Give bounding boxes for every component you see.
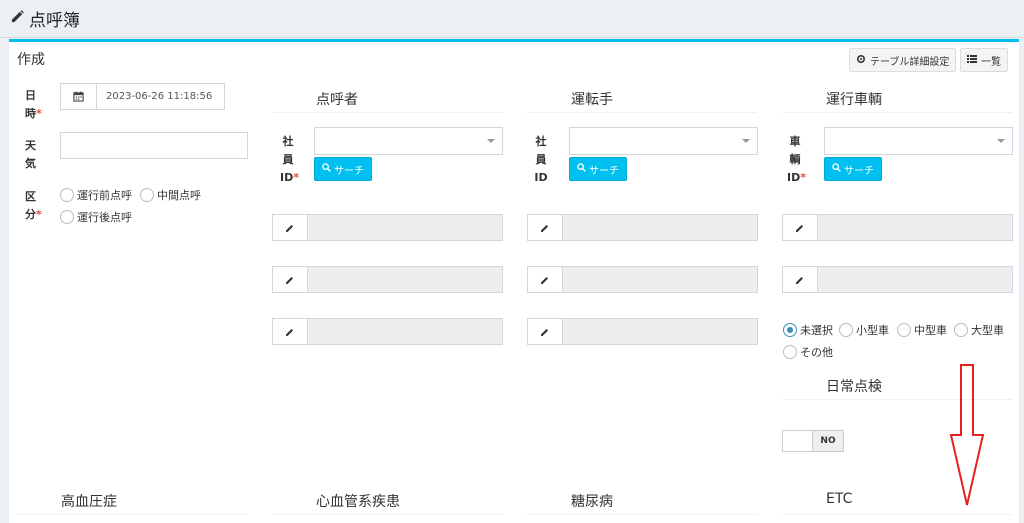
search-icon <box>832 163 841 175</box>
kubun-option-after[interactable]: 運行後点呼 <box>60 209 132 225</box>
pencil-icon[interactable] <box>272 318 308 345</box>
radio-icon[interactable] <box>60 210 74 224</box>
search-icon <box>322 163 331 175</box>
chevron-down-icon <box>487 139 495 143</box>
readonly-input <box>818 266 1013 293</box>
driver-field-3 <box>527 318 758 345</box>
vehicle-field-2 <box>782 266 1013 293</box>
pencil-icon[interactable] <box>272 214 308 241</box>
tenkosha-id-label: 社 員 ID* <box>280 135 299 184</box>
box-header: 作成 テーブル詳細設定 一覧 <box>9 42 1019 74</box>
pencil-icon[interactable] <box>527 318 563 345</box>
radio-icon[interactable] <box>140 188 154 202</box>
driver-field-1 <box>527 214 758 241</box>
vehicle-search-button[interactable]: サーチ <box>824 157 882 181</box>
vehicle-id-label: 車 輌 ID* <box>787 135 806 184</box>
box-title: 作成 <box>17 52 45 68</box>
page-header: 点呼簿 <box>0 0 1024 38</box>
datetime-label: 日 時* <box>25 89 42 120</box>
radio-icon[interactable] <box>897 323 911 337</box>
pencil-icon[interactable] <box>782 266 818 293</box>
vehicle-field-1 <box>782 214 1013 241</box>
datetime-field[interactable]: 2023-06-26 11:18:56 <box>60 83 225 110</box>
chevron-down-icon <box>997 139 1005 143</box>
toggle-knob[interactable] <box>783 431 814 451</box>
readonly-input <box>563 214 758 241</box>
chevron-down-icon <box>742 139 750 143</box>
tenkosha-field-1 <box>272 214 503 241</box>
section-tenkosha: 点呼者 <box>316 92 358 108</box>
weather-label: 天 気 <box>25 139 36 170</box>
kubun-label: 区 分* <box>25 190 42 221</box>
vehicle-type-large[interactable]: 大型車 <box>954 322 1004 338</box>
calendar-icon[interactable] <box>61 84 97 109</box>
datetime-input[interactable]: 2023-06-26 11:18:56 <box>97 84 212 109</box>
readonly-input <box>308 318 503 345</box>
page-title-text: 点呼簿 <box>29 11 80 31</box>
driver-id-label: 社 員 ID <box>534 135 548 184</box>
list-icon <box>967 54 977 67</box>
section-hypertension: 高血圧症 <box>61 494 117 510</box>
driver-field-2 <box>527 266 758 293</box>
readonly-input <box>563 266 758 293</box>
tenkosha-search-button[interactable]: サーチ <box>314 157 372 181</box>
search-icon <box>577 163 586 175</box>
driver-select[interactable] <box>569 127 758 155</box>
divider <box>782 112 1012 113</box>
daily-check-toggle[interactable]: NO <box>782 430 844 452</box>
divider <box>17 514 247 515</box>
pencil-icon <box>10 9 25 29</box>
table-settings-button[interactable]: テーブル詳細設定 <box>849 48 957 72</box>
readonly-input <box>818 214 1013 241</box>
radio-icon[interactable] <box>783 345 797 359</box>
section-diabetes: 糖尿病 <box>571 494 613 510</box>
section-daily-check: 日常点検 <box>826 379 882 395</box>
tenkosha-field-3 <box>272 318 503 345</box>
tenkosha-field-2 <box>272 266 503 293</box>
vehicle-type-other[interactable]: その他 <box>783 344 833 360</box>
pencil-icon[interactable] <box>527 266 563 293</box>
divider <box>527 514 757 515</box>
list-button[interactable]: 一覧 <box>960 48 1008 72</box>
divider <box>272 112 502 113</box>
list-label: 一覧 <box>981 56 1001 68</box>
readonly-input <box>563 318 758 345</box>
radio-icon[interactable] <box>60 188 74 202</box>
radio-icon[interactable] <box>839 323 853 337</box>
arrow-down-icon <box>949 364 985 506</box>
radio-icon[interactable] <box>783 323 797 337</box>
gear-icon <box>856 54 866 67</box>
readonly-input <box>308 214 503 241</box>
divider <box>782 514 1012 515</box>
divider <box>527 112 757 113</box>
section-driver: 運転手 <box>571 92 613 108</box>
toggle-state: NO <box>813 431 843 451</box>
vehicle-select[interactable] <box>824 127 1013 155</box>
pencil-icon[interactable] <box>527 214 563 241</box>
tenkosha-select[interactable] <box>314 127 503 155</box>
weather-input[interactable] <box>60 132 248 159</box>
pencil-icon[interactable] <box>782 214 818 241</box>
kubun-option-before[interactable]: 運行前点呼 <box>60 187 132 203</box>
vehicle-type-medium[interactable]: 中型車 <box>897 322 947 338</box>
driver-search-button[interactable]: サーチ <box>569 157 627 181</box>
table-settings-label: テーブル詳細設定 <box>870 56 950 68</box>
readonly-input <box>308 266 503 293</box>
divider <box>272 514 502 515</box>
kubun-option-middle[interactable]: 中間点呼 <box>140 187 201 203</box>
vehicle-type-unselected[interactable]: 未選択 <box>783 322 833 338</box>
page-title: 点呼簿 <box>10 6 80 31</box>
section-vehicle: 運行車輌 <box>826 92 882 108</box>
vehicle-type-small[interactable]: 小型車 <box>839 322 889 338</box>
section-cardio: 心血管系疾患 <box>316 494 400 510</box>
radio-icon[interactable] <box>954 323 968 337</box>
section-etc: ETC <box>826 491 853 507</box>
pencil-icon[interactable] <box>272 266 308 293</box>
